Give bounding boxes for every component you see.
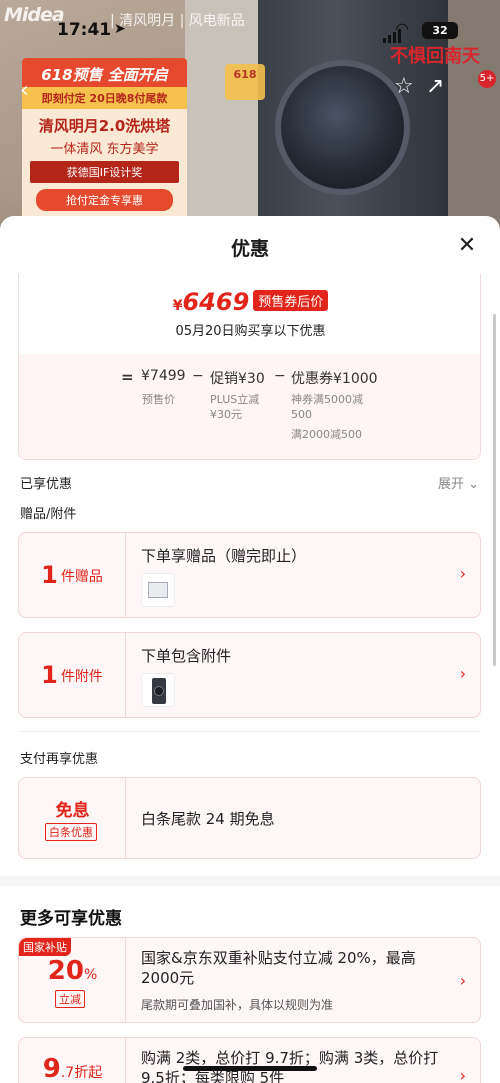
price-row: ¥6469 预售券后价: [19, 288, 482, 316]
expand-label: 展开: [438, 477, 465, 492]
calc-minus: −: [274, 368, 286, 384]
badge-618: 618: [225, 64, 265, 100]
chevron-right-icon: ›: [459, 971, 466, 990]
offer-num: 9: [42, 1054, 61, 1083]
offer-left: 国家补贴 20% 立减: [19, 938, 126, 1022]
brand-logo: Midea: [4, 4, 65, 26]
poster-award: 获德国IF设计奖: [30, 161, 179, 183]
offer-left: 9.7折起: [19, 1038, 126, 1083]
discount-sheet: 优惠 ✕ ¥6469 预售券后价 05月20日购买享以下优惠 = ¥7499 预售…: [0, 216, 500, 1083]
price-card: ¥6469 预售券后价 05月20日购买享以下优惠 = ¥7499 预售价 − 促…: [18, 274, 481, 460]
status-time: 17:41: [57, 20, 112, 40]
price-calculation: = ¥7499 预售价 − 促销¥30 PLUS立减 ¥30元 − 优惠券¥10…: [19, 354, 480, 459]
chevron-right-icon: ›: [459, 1066, 466, 1083]
offer-note: 尾款期可叠加国补，具体以规则为准: [141, 998, 334, 1012]
poster-title: 清风明月2.0洗烘塔: [38, 117, 171, 135]
gift-card[interactable]: 1 件赠品 下单享赠品（赠完即止） ›: [18, 532, 481, 618]
share-icon[interactable]: ↗: [426, 74, 444, 99]
calc-base-price: ¥7499: [141, 368, 186, 384]
bg-washer-door: [275, 60, 410, 195]
gift-section-label: 赠品/附件: [20, 507, 77, 522]
scrollbar[interactable]: [493, 314, 496, 666]
chevron-down-icon: ⌄: [468, 477, 480, 492]
calc-coupon: 优惠券¥1000: [291, 371, 378, 387]
accessory-unit: 件附件: [60, 669, 103, 685]
accessory-text: 下单包含附件: [141, 647, 232, 665]
offer-sub-tag: 立减: [55, 990, 85, 1008]
poster-sub: 即刻付定 20日晚8付尾款: [22, 87, 187, 109]
offer-percent: 20%: [19, 956, 126, 986]
offer-text: 国家&京东双重补贴支付立减 20%，最高 2000元: [141, 949, 416, 987]
calc-coupon-sub1: 神券满5000减 500: [291, 393, 363, 421]
close-icon[interactable]: ✕: [454, 233, 480, 259]
bg-wall: [185, 0, 260, 240]
chevron-right-icon: ›: [459, 664, 466, 683]
poster-line: 一体清风 东方美学: [50, 142, 159, 157]
offer-discount: 9.7折起: [19, 1054, 126, 1083]
sheet-header: 优惠 ✕: [0, 216, 500, 276]
promo-poster: 618预售 全面开启 即刻付定 20日晚8付尾款 清风明月2.0洗烘塔 一体清风…: [22, 58, 187, 226]
price-currency: ¥: [172, 298, 183, 314]
page-count-badge: 5+: [478, 70, 496, 88]
accessory-card[interactable]: 1 件附件 下单包含附件 ›: [18, 632, 481, 718]
calc-promo: 促销¥30: [210, 371, 265, 387]
pay-section-label: 支付再享优惠: [20, 752, 99, 767]
price-value: 6469: [182, 288, 250, 316]
interest-free-title: 免息: [55, 801, 90, 821]
price-badge: 预售券后价: [253, 290, 329, 311]
calc-coupon-sub2: 满2000减500: [291, 428, 362, 441]
enjoyed-label: 已享优惠: [20, 477, 73, 492]
offer-unit: %: [83, 967, 98, 983]
location-arrow-icon: ➤: [114, 21, 126, 37]
offer-num: 20: [47, 956, 84, 986]
offer-card-subsidy[interactable]: 国家补贴 20% 立减 国家&京东双重补贴支付立减 20%，最高 2000元 尾…: [18, 937, 481, 1023]
gift-thumbnail: [141, 573, 175, 607]
accessory-thumbnail: [141, 673, 175, 707]
subsidy-tag: 国家补贴: [19, 938, 71, 956]
price-date-text: 05月20日购买享以下优惠: [175, 324, 326, 339]
gift-unit: 件赠品: [60, 569, 103, 585]
offer-unit: .7折起: [60, 1065, 103, 1081]
more-offers-title: 更多可享优惠: [20, 909, 122, 929]
baitiao-tag: 白条优惠: [45, 823, 97, 841]
calc-minus: −: [192, 368, 204, 384]
gift-num: 1: [41, 561, 58, 589]
accessory-num: 1: [41, 661, 58, 689]
poster-banner: 618预售 全面开启: [22, 58, 187, 87]
wifi-icon: ◠: [395, 19, 409, 38]
gift-text: 下单享赠品（赠完即止）: [141, 547, 307, 565]
installment-left: 免息 白条优惠: [19, 778, 126, 858]
calc-equals: =: [121, 368, 134, 386]
accessory-count: 1 件附件: [19, 633, 126, 717]
back-icon[interactable]: ‹: [20, 78, 29, 103]
offer-card-discount[interactable]: 9.7折起 购满 2类，总价打 9.7折；购满 3类，总价打 9.5折；每类限购…: [18, 1037, 481, 1083]
chevron-right-icon: ›: [459, 564, 466, 583]
installment-card[interactable]: 免息 白条优惠 白条尾款 24 期免息: [18, 777, 481, 859]
bg-slogan: 不惧回南天: [390, 46, 480, 67]
expand-toggle[interactable]: 展开 ⌄: [438, 473, 479, 492]
section-separator: [0, 876, 500, 886]
poster-button: 抢付定金专享惠: [36, 189, 173, 211]
gift-count: 1 件赠品: [19, 533, 126, 617]
sheet-title: 优惠: [230, 238, 269, 260]
calc-base-sub: 预售价: [142, 393, 175, 406]
divider: [18, 731, 481, 732]
battery-indicator: 32: [422, 22, 458, 39]
installment-text: 白条尾款 24 期免息: [141, 810, 275, 828]
star-icon[interactable]: ☆: [394, 74, 414, 99]
brand-subtitle: | 清风明月 | 风电新品: [110, 13, 245, 29]
calc-promo-sub: PLUS立减 ¥30元: [210, 393, 260, 421]
home-indicator[interactable]: [183, 1066, 317, 1071]
